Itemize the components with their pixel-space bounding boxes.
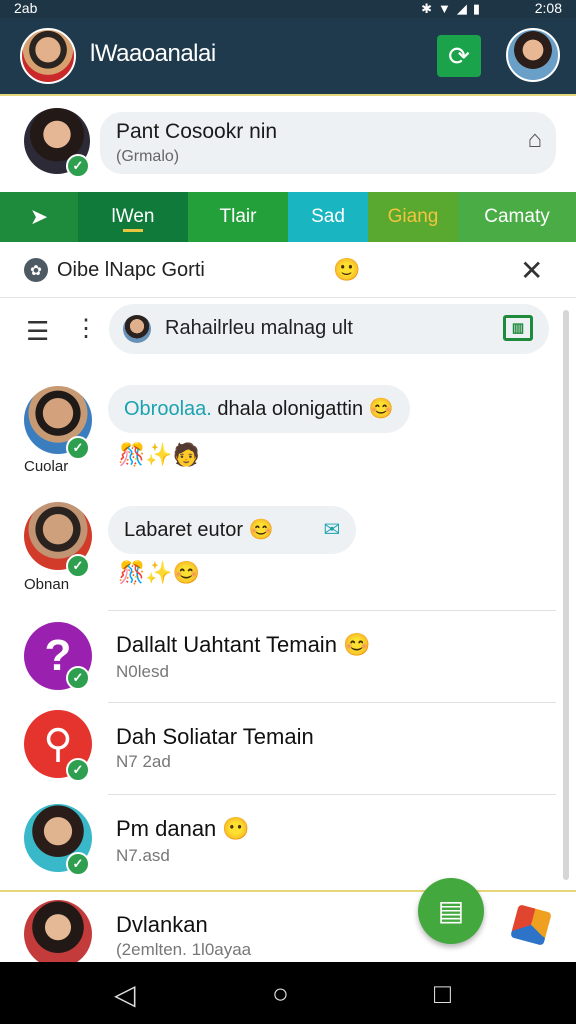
message-bubble: Obroolaa. dhala olonigattin 😊 <box>108 385 410 433</box>
contact-label: Cuolar <box>24 458 69 475</box>
list-item[interactable]: ✓ Pm danan 😶 N7.asd <box>0 794 576 888</box>
message-bubble: Labaret eutor 😊 ✉ <box>108 506 357 554</box>
send-icon: ➤ <box>29 204 49 229</box>
list-item[interactable]: ✓ Obnan Labaret eutor 😊 ✉ 🎊✨😊 <box>0 484 576 610</box>
message-text: Labaret eutor <box>124 519 243 541</box>
emoji-icon: 😊 <box>368 398 394 420</box>
search-row: ☰ ⋮ Rahailrleu malnag ult ▥ <box>0 298 576 364</box>
sync-button[interactable]: ⟳ <box>437 35 481 77</box>
status-time: 2:08 <box>534 0 562 16</box>
list-item[interactable]: ⚲ ✓ Dah Soliatar Temain N7 2ad <box>0 702 576 794</box>
row-title: Dvlankan <box>116 912 208 937</box>
list-item[interactable]: ✓ Cuolar Obroolaa. dhala olonigattin 😊 🎊… <box>0 364 576 484</box>
globe-icon: ✿ <box>24 258 48 282</box>
info-banner: ✿ Oibe lNapc Gorti 🙂 ✕ <box>0 242 576 298</box>
message-text: dhala olonigattin <box>211 398 364 420</box>
list-item[interactable]: ? ✓ Dallalt Uahtant Temain 😊 N0lesd <box>0 610 576 702</box>
verified-check-icon: ✓ <box>66 666 90 690</box>
notification-icon[interactable]: ⌂ <box>528 126 543 154</box>
contact-label: Obnan <box>24 576 70 593</box>
tab-3[interactable]: Sad <box>288 192 368 242</box>
row-title-text: Pm danan <box>116 816 217 841</box>
tab-send[interactable]: ➤ <box>0 192 78 242</box>
row-title-text: Dallalt Uahtant Temain <box>116 632 337 657</box>
verified-check-icon: ✓ <box>66 554 90 578</box>
contact-avatar <box>24 900 92 968</box>
tab-1[interactable]: lWen <box>78 192 188 242</box>
row-title: Dah Soliatar Temain <box>116 724 314 749</box>
app-bar: lWaaoanalai ⟳ <box>0 18 576 94</box>
row-title: Dallalt Uahtant Temain 😊 <box>116 632 370 658</box>
search-text: Rahailrleu malnag ult <box>165 317 353 339</box>
app-title: lWaaoanalai <box>90 40 216 67</box>
verified-check-icon: ✓ <box>66 852 90 876</box>
reactions: 🎊✨🧑 <box>118 442 201 467</box>
back-icon[interactable]: ◁ <box>114 978 136 1011</box>
status-left: 2ab <box>14 0 38 16</box>
emoji-icon: 😶 <box>222 816 250 841</box>
banner-text: Oibe lNapc Gorti <box>57 259 205 281</box>
verified-check-icon: ✓ <box>66 758 90 782</box>
status-bar: 2ab ✱▼◢▮ 2:08 <box>0 0 576 18</box>
verified-check-icon: ✓ <box>66 436 90 460</box>
recents-icon[interactable]: □ <box>434 978 451 1010</box>
row-subtitle: N0lesd <box>116 662 169 681</box>
contact-avatar[interactable] <box>506 28 560 82</box>
tab-2[interactable]: Tlair <box>188 192 288 242</box>
profile-card[interactable]: Pant Cosookr nin (Grmalo) ⌂ <box>100 112 556 174</box>
sync-icon: ⟳ <box>448 41 470 71</box>
status-icons: ✱▼◢▮ <box>421 1 486 16</box>
menu-icon[interactable]: ☰ <box>26 316 49 347</box>
verified-check-icon: ✓ <box>66 154 90 178</box>
mail-icon: ✉ <box>323 519 341 541</box>
message-highlight: Obroolaa. <box>124 398 212 420</box>
home-icon[interactable]: ○ <box>272 978 289 1010</box>
row-subtitle: N7.asd <box>116 846 170 865</box>
navigation-bar: ◁ ○ □ <box>0 962 576 1024</box>
close-icon[interactable]: ✕ <box>520 254 543 287</box>
search-avatar <box>123 315 151 343</box>
profile-subtitle: (Grmalo) <box>116 148 180 165</box>
row-subtitle: N7 2ad <box>116 752 171 771</box>
list-item[interactable]: Dvlankan (2emlten. 1l0ayaa <box>0 890 576 968</box>
row-subtitle: (2emlten. 1l0ayaa <box>116 940 252 959</box>
row-title: Pm danan 😶 <box>116 816 250 842</box>
keyboard-icon[interactable]: ▥ <box>503 315 533 341</box>
search-bar[interactable]: Rahailrleu malnag ult ▥ <box>109 304 549 354</box>
emoji-icon: 😊 <box>343 632 371 657</box>
tab-bar: ➤ lWen Tlair Sad Giang Camaty <box>0 192 576 242</box>
note-icon: ▤ <box>437 895 465 926</box>
tab-4[interactable]: Giang <box>368 192 458 242</box>
reactions: 🎊✨😊 <box>118 560 201 585</box>
user-avatar[interactable] <box>20 28 76 84</box>
profile-row: ✓ Pant Cosookr nin (Grmalo) ⌂ <box>0 94 576 192</box>
tab-5[interactable]: Camaty <box>458 192 576 242</box>
emoji-icon: 😊 <box>248 519 274 541</box>
profile-name: Pant Cosookr nin <box>116 120 278 143</box>
emoji-icon: 🙂 <box>333 257 361 282</box>
compose-button[interactable]: ▤ <box>418 878 484 944</box>
more-icon[interactable]: ⋮ <box>74 314 98 343</box>
